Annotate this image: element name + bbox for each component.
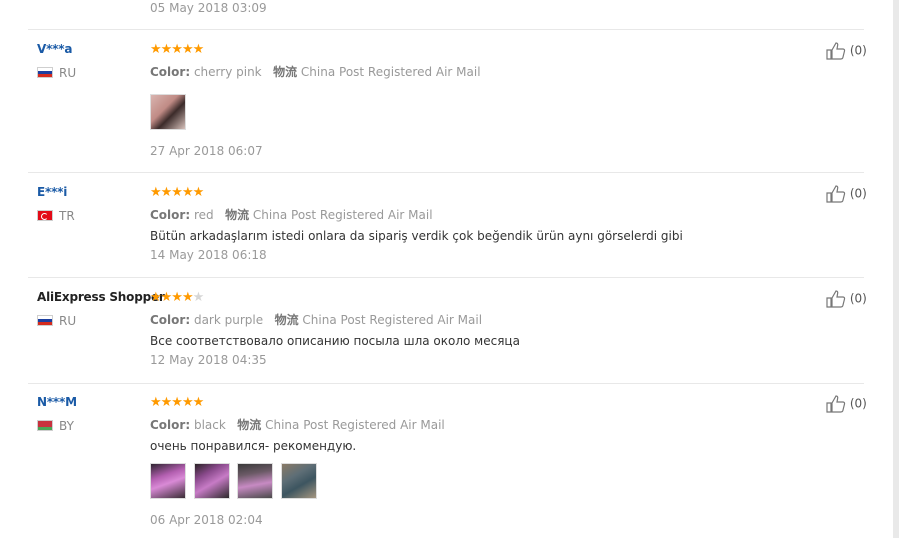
divider	[28, 277, 864, 278]
review-text: Bütün arkadaşlarım istedi onlara da sipa…	[150, 229, 683, 243]
review-text: Все соответствовало описанию посыла шла …	[150, 334, 520, 348]
like-button[interactable]: (0)	[826, 290, 867, 308]
review-date: 14 May 2018 06:18	[150, 248, 267, 262]
divider	[28, 29, 864, 30]
like-count: (0)	[849, 291, 867, 306]
like-button[interactable]: (0)	[826, 42, 867, 60]
logistics-value: China Post Registered Air Mail	[300, 65, 481, 79]
reviewer-country: BY	[59, 419, 74, 433]
reviewer-country: TR	[59, 209, 75, 223]
review-photo[interactable]	[150, 463, 186, 499]
thumbs-up-icon	[826, 185, 846, 203]
star-empty-icon: ★	[192, 290, 205, 305]
review-date: 05 May 2018 03:09	[150, 1, 267, 15]
like-button[interactable]: (0)	[826, 395, 867, 413]
logistics-value: China Post Registered Air Mail	[302, 313, 483, 327]
review-photo[interactable]	[281, 463, 317, 499]
thumbs-up-icon	[826, 395, 846, 413]
star-icon: ★★★★★	[150, 395, 204, 410]
logistics-label: 物流	[237, 418, 262, 432]
review-text: очень понравился- рекомендую.	[150, 439, 357, 453]
color-label: Color:	[150, 418, 191, 432]
review-photo[interactable]	[237, 463, 273, 499]
order-info: Color: black 物流 China Post Registered Ai…	[150, 416, 445, 433]
star-rating: ★★★★★	[150, 42, 204, 57]
like-count: (0)	[849, 186, 867, 201]
reviewer-name[interactable]: V***a	[37, 42, 72, 56]
logistics-label: 物流	[225, 208, 250, 222]
thumbs-up-icon	[826, 290, 846, 308]
order-info: Color: red 物流 China Post Registered Air …	[150, 206, 433, 223]
russia-flag-icon	[37, 315, 53, 326]
divider	[28, 383, 864, 384]
scrollbar-track[interactable]	[893, 0, 899, 538]
review-date: 06 Apr 2018 02:04	[150, 513, 263, 527]
color-value: red	[193, 208, 214, 222]
order-info: Color: dark purple 物流 China Post Registe…	[150, 311, 482, 328]
like-count: (0)	[849, 396, 867, 411]
turkey-flag-icon	[37, 210, 53, 221]
logistics-label: 物流	[274, 313, 299, 327]
logistics-label: 物流	[273, 65, 298, 79]
logistics-value: China Post Registered Air Mail	[252, 208, 433, 222]
star-rating: ★★★★★	[150, 185, 204, 200]
belarus-flag-icon	[37, 420, 53, 431]
color-value: dark purple	[193, 313, 264, 327]
star-icon: ★★★★★	[150, 185, 204, 200]
reviewer-name[interactable]: N***M	[37, 395, 77, 409]
color-label: Color:	[150, 65, 191, 79]
like-count: (0)	[849, 43, 867, 58]
review-date: 12 May 2018 04:35	[150, 353, 267, 367]
reviewer-country: RU	[59, 66, 77, 80]
reviewer-name[interactable]: E***i	[37, 185, 67, 199]
color-label: Color:	[150, 208, 191, 222]
logistics-value: China Post Registered Air Mail	[265, 418, 445, 432]
review-photo[interactable]	[150, 94, 186, 130]
star-rating: ★★★★★	[150, 290, 205, 305]
color-label: Color:	[150, 313, 191, 327]
like-button[interactable]: (0)	[826, 185, 867, 203]
star-rating: ★★★★★	[150, 395, 204, 410]
order-info: Color: cherry pink 物流 China Post Registe…	[150, 63, 481, 80]
reviewer-country: RU	[59, 314, 77, 328]
star-icon: ★★★★★	[150, 42, 204, 57]
color-value: black	[193, 418, 226, 432]
star-icon: ★★★★	[150, 290, 194, 305]
review-date: 27 Apr 2018 06:07	[150, 144, 263, 158]
reviewer-name: AliExpress Shopper	[37, 290, 165, 304]
russia-flag-icon	[37, 67, 53, 78]
divider	[28, 172, 864, 173]
color-value: cherry pink	[193, 65, 262, 79]
thumbs-up-icon	[826, 42, 846, 60]
review-photo[interactable]	[194, 463, 230, 499]
